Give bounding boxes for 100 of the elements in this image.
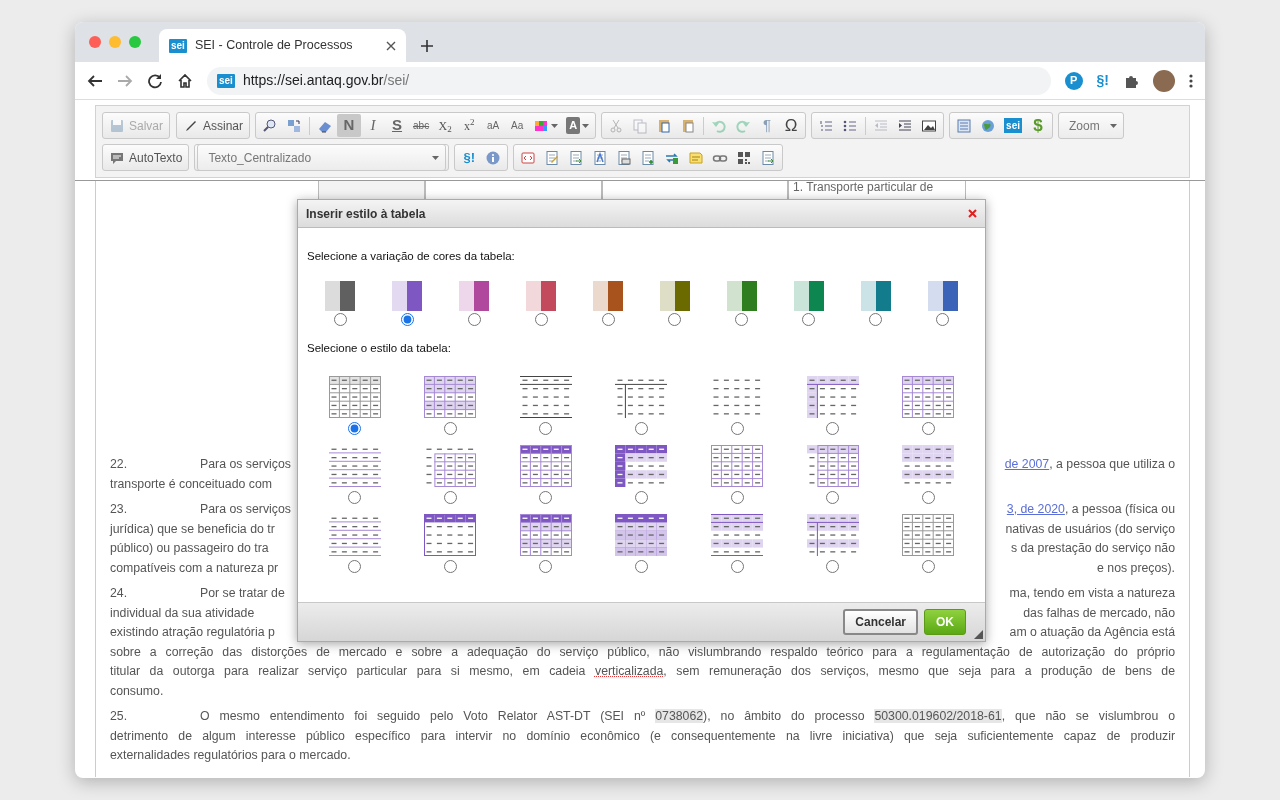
radio-button[interactable] xyxy=(443,421,457,435)
radio-button[interactable] xyxy=(936,313,950,327)
extension-icon[interactable]: §! xyxy=(1096,70,1109,91)
dropdown[interactable]: Zoom xyxy=(1058,112,1124,139)
radio-button[interactable] xyxy=(826,559,840,573)
table-style-thumbnail[interactable] xyxy=(806,513,859,556)
table-style-thumbnail[interactable] xyxy=(711,444,764,487)
link[interactable]: de 2007 xyxy=(1004,457,1050,471)
color-swatch[interactable] xyxy=(459,281,490,312)
table-style-thumbnail[interactable] xyxy=(328,375,381,418)
radio-button[interactable] xyxy=(635,559,648,573)
radio-button[interactable] xyxy=(826,490,840,504)
close-icon[interactable] xyxy=(386,40,396,51)
color-swatch[interactable] xyxy=(593,281,624,312)
table-style-thumbnail[interactable] xyxy=(902,513,955,556)
back-icon[interactable] xyxy=(87,72,103,89)
radio-button[interactable] xyxy=(635,490,648,504)
toolbar-button[interactable]: x$^{2}$ xyxy=(457,114,482,137)
home-icon[interactable] xyxy=(177,72,193,89)
toolbar-button[interactable]: ¶ xyxy=(755,114,780,137)
dropdown[interactable]: Texto_Centralizado xyxy=(197,144,447,171)
resize-grip-icon[interactable] xyxy=(974,630,983,639)
menu-icon[interactable] xyxy=(1189,72,1193,89)
color-swatch[interactable] xyxy=(392,281,423,312)
text-line: externalidades regulatórios para o mercado. xyxy=(110,747,352,764)
radio-button[interactable] xyxy=(333,313,347,327)
info-icon xyxy=(485,149,502,166)
browser-tab[interactable]: sei SEI - Controle de Processos xyxy=(159,29,406,62)
reload-icon[interactable] xyxy=(147,72,163,89)
table-style-thumbnail[interactable] xyxy=(615,444,668,487)
color-swatch[interactable] xyxy=(325,281,356,312)
radio-button[interactable] xyxy=(921,559,935,573)
address-bar[interactable]: sei https://sei.antaq.gov.br/sei/ xyxy=(207,66,1051,95)
radio-button[interactable] xyxy=(635,421,648,435)
table-style-thumbnail[interactable] xyxy=(902,444,955,487)
link[interactable]: 3, de 2020 xyxy=(1006,502,1065,516)
toolbar-button[interactable]: N xyxy=(337,114,362,137)
radio-button[interactable] xyxy=(348,559,362,573)
toolbar-button[interactable]: Assinar xyxy=(176,112,251,139)
favicon: sei xyxy=(217,73,235,88)
radio-button[interactable] xyxy=(539,421,553,435)
toolbar-button[interactable]: sei xyxy=(1000,114,1026,137)
radio-button[interactable] xyxy=(443,490,457,504)
radio-button[interactable] xyxy=(921,490,935,504)
forward-icon[interactable] xyxy=(117,72,133,89)
radio-button[interactable] xyxy=(601,313,615,327)
toolbar-button[interactable]: Ω xyxy=(779,114,804,137)
radio-button[interactable] xyxy=(467,313,481,327)
color-swatch[interactable] xyxy=(526,281,557,312)
radio-button[interactable] xyxy=(730,559,744,573)
table-style-thumbnail[interactable] xyxy=(424,375,477,418)
table-style-thumbnail[interactable] xyxy=(902,375,955,418)
table-style-thumbnail[interactable] xyxy=(519,444,572,487)
document-badge-icon xyxy=(616,149,633,166)
radio-button[interactable] xyxy=(348,490,362,504)
toolbar-button[interactable]: abc xyxy=(409,114,434,137)
table-style-thumbnail[interactable] xyxy=(519,375,572,418)
color-swatch[interactable] xyxy=(860,281,891,312)
cancel-button[interactable]: Cancelar xyxy=(843,609,918,635)
toolbar-button[interactable]: X$_{2}$ xyxy=(433,114,458,137)
new-tab-icon[interactable] xyxy=(420,39,434,53)
radio-button[interactable] xyxy=(921,421,935,435)
image-icon xyxy=(921,117,938,134)
table-style-thumbnail[interactable] xyxy=(806,444,859,487)
table-style-thumbnail[interactable] xyxy=(711,513,764,556)
radio-button[interactable] xyxy=(348,421,362,435)
table-style-thumbnail[interactable] xyxy=(519,513,572,556)
font-icon xyxy=(592,149,609,166)
text-line: Para os serviços xyxy=(200,501,292,518)
close-icon[interactable] xyxy=(968,209,977,218)
radio-button[interactable] xyxy=(539,490,553,504)
color-swatch[interactable] xyxy=(726,281,757,312)
radio-button[interactable] xyxy=(539,559,553,573)
radio-button[interactable] xyxy=(730,421,744,435)
toolbar-button[interactable]: §! xyxy=(457,146,482,169)
table-style-thumbnail[interactable] xyxy=(424,513,477,556)
radio-button[interactable] xyxy=(735,313,749,327)
paragraph-number: 24. xyxy=(110,585,129,602)
toolbar-button[interactable]: Aa xyxy=(505,114,530,137)
toolbar-button[interactable]: $ xyxy=(1026,114,1050,137)
radio-button[interactable] xyxy=(534,313,548,327)
extension-icon[interactable]: P xyxy=(1064,71,1083,90)
toolbar-button[interactable]: aA xyxy=(481,114,506,137)
radio-button[interactable] xyxy=(869,313,883,327)
avatar[interactable] xyxy=(1153,69,1175,92)
color-swatch[interactable] xyxy=(927,281,958,312)
color-swatch[interactable] xyxy=(793,281,824,312)
toolbar-button[interactable]: S xyxy=(385,114,410,137)
color-swatch[interactable] xyxy=(659,281,690,312)
radio-button[interactable] xyxy=(802,313,816,327)
toolbar-button[interactable]: I xyxy=(361,114,386,137)
radio-button[interactable] xyxy=(443,559,457,573)
radio-button[interactable] xyxy=(400,313,414,327)
table-style-thumbnail[interactable] xyxy=(806,375,859,418)
radio-button[interactable] xyxy=(826,421,840,435)
toolbar-button[interactable]: A xyxy=(562,114,594,137)
radio-button[interactable] xyxy=(668,313,682,327)
radio-button[interactable] xyxy=(730,490,744,504)
toolbar-button[interactable]: AutoTexto xyxy=(102,144,190,171)
tab-title: SEI - Controle de Processos xyxy=(194,37,354,55)
